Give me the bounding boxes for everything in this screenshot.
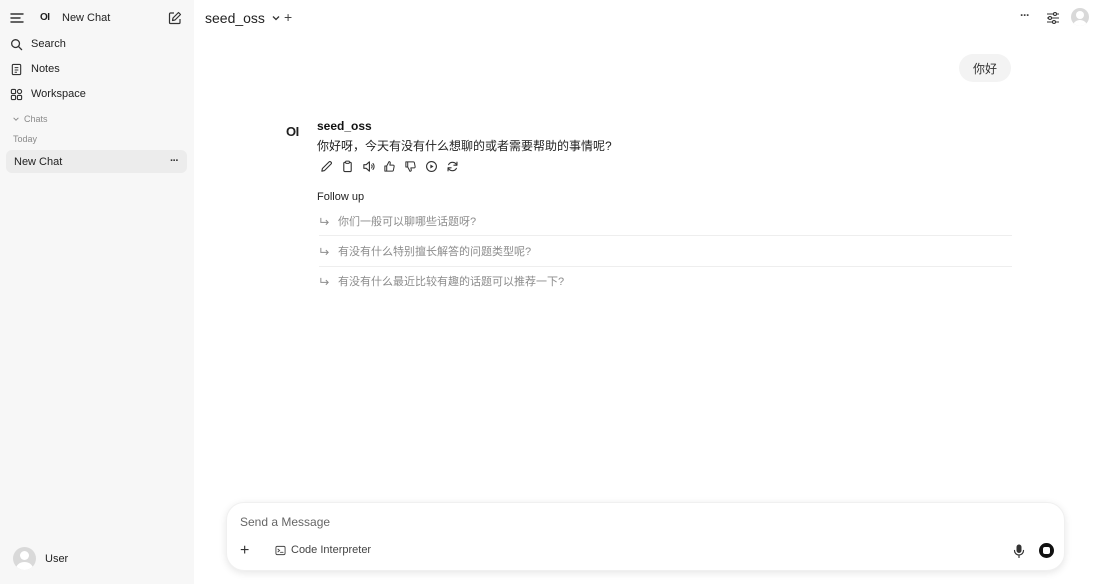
sidebar-header: OI New Chat [0,0,194,36]
chat-list-item[interactable]: New Chat ··· [6,150,187,173]
add-model-button[interactable]: + [284,9,292,25]
user-message: 你好 [959,54,1012,82]
followup-item[interactable]: 你们一般可以聊哪些话题呀? [319,206,1012,236]
sidebar: OI New Chat Search Notes Workspace Chats… [0,0,194,584]
more-icon[interactable]: ··· [1020,8,1030,22]
search-icon [11,38,23,50]
user-name: User [45,552,69,565]
speaker-icon[interactable] [362,160,375,173]
regenerate-icon[interactable] [446,160,459,173]
sidebar-item-label: Search [31,38,66,50]
notes-icon [11,63,22,75]
followup-item[interactable]: 有没有什么特别擅长解答的问题类型呢? [319,236,1012,266]
sidebar-item-notes[interactable]: Notes [10,59,60,79]
workspace-icon [10,88,23,100]
return-arrow-icon [320,217,329,225]
sidebar-item-search[interactable]: Search [10,34,66,54]
thumbs-up-icon[interactable] [383,160,396,173]
model-name: seed_oss [205,10,265,26]
thumbs-down-icon[interactable] [404,160,417,173]
new-chat-link[interactable]: New Chat [62,12,110,24]
user-menu[interactable]: User [13,547,68,570]
avatar [13,547,36,570]
app-logo[interactable]: OI [40,12,50,23]
return-arrow-icon [320,247,329,255]
sidebar-item-label: Notes [31,63,60,75]
chat-list-item-label: New Chat [14,156,63,168]
edit-icon[interactable] [320,160,333,173]
chats-section-label: Chats [24,114,48,124]
microphone-icon[interactable] [1013,544,1025,558]
chat-group-label: Today [13,134,38,144]
profile-avatar[interactable] [1071,8,1089,26]
followup-item-label: 有没有什么最近比较有趣的话题可以推荐一下? [338,276,565,288]
followup-item-label: 有没有什么特别擅长解答的问题类型呢? [338,246,532,258]
more-icon[interactable]: ··· [170,155,179,167]
bot-avatar-logo: OI [286,124,299,139]
add-attachment-button[interactable]: + [240,542,249,560]
chevron-down-icon [13,117,19,121]
controls-icon[interactable] [1046,11,1060,25]
message-input[interactable] [240,513,940,531]
bot-name: seed_oss [317,119,372,133]
return-arrow-icon [320,277,329,285]
sidebar-item-label: Workspace [31,88,86,100]
compose-icon[interactable] [168,11,182,25]
followup-title: Follow up [317,191,365,203]
copy-icon[interactable] [341,160,354,173]
code-interpreter-label: Code Interpreter [291,544,372,556]
sidebar-toggle-icon[interactable] [10,11,24,25]
voice-mode-button[interactable] [1039,543,1054,558]
followup-item-label: 你们一般可以聊哪些话题呀? [338,216,477,228]
followup-item[interactable]: 有没有什么最近比较有趣的话题可以推荐一下? [319,266,1012,296]
code-interpreter-toggle[interactable]: Code Interpreter [275,544,371,556]
bot-message: 你好呀，今天有没有什么想聊的或者需要帮助的事情呢? [317,139,612,153]
terminal-icon [275,545,286,555]
sidebar-item-workspace[interactable]: Workspace [10,84,86,104]
play-icon[interactable] [425,160,438,173]
chevron-down-icon [272,16,280,21]
model-selector[interactable]: seed_oss [205,10,281,26]
message-composer: + Code Interpreter [226,502,1065,571]
message-actions [320,160,459,173]
chats-section-toggle[interactable]: Chats [12,114,48,124]
